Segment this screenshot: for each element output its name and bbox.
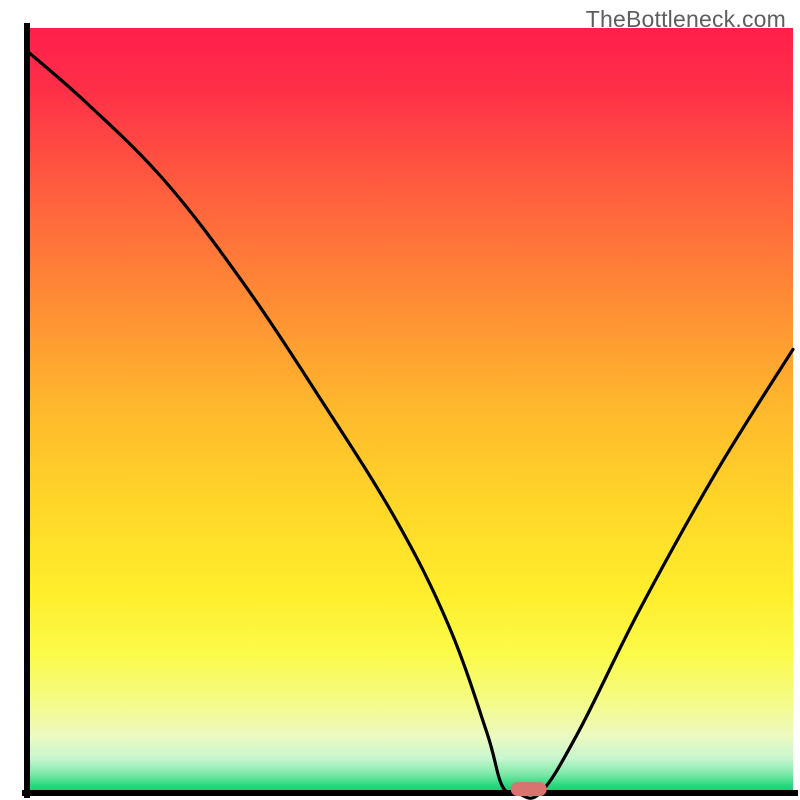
watermark-text: TheBottleneck.com [586, 6, 786, 33]
chart-container: TheBottleneck.com [0, 0, 800, 800]
optimal-marker [511, 782, 547, 796]
bottleneck-chart [0, 0, 800, 800]
